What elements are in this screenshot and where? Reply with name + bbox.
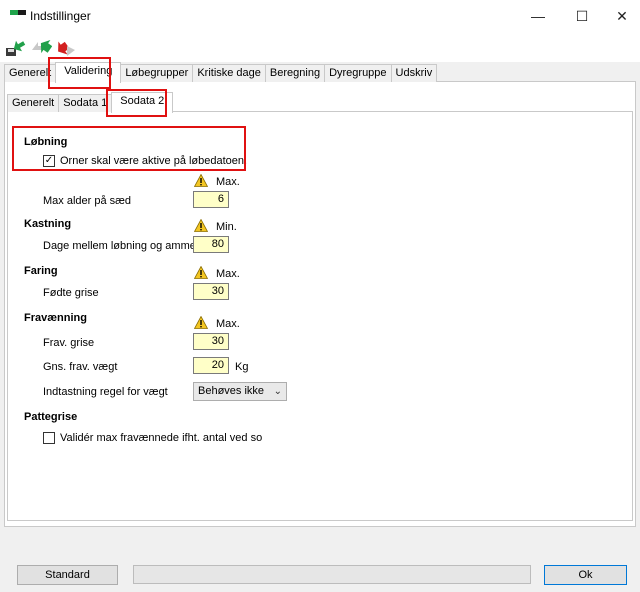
window-title: Indstillinger xyxy=(30,9,91,23)
fodte-grise-label: Fødte grise xyxy=(43,287,99,299)
max-alder-saed-input[interactable]: 6 xyxy=(193,191,229,208)
app-icon xyxy=(10,10,26,16)
maximize-icon: ☐ xyxy=(575,7,589,24)
chevron-down-icon: ⌄ xyxy=(273,386,282,397)
indtastning-regel-value: Behøves ikke xyxy=(198,385,265,397)
valider-max-checkbox[interactable] xyxy=(43,432,55,444)
minimize-icon: — xyxy=(531,8,545,24)
indtastning-regel-label: Indtastning regel for vægt xyxy=(43,386,168,398)
dage-mellem-label: Dage mellem løbning og ammeso xyxy=(43,240,208,252)
fodte-grise-input[interactable]: 30 xyxy=(193,283,229,300)
dage-mellem-input[interactable]: 80 xyxy=(193,236,229,253)
warning-icon xyxy=(194,266,208,279)
toolbar xyxy=(0,32,640,62)
warning-icon xyxy=(194,174,208,187)
vaegt-unit-label: Kg xyxy=(235,361,249,373)
tab-generelt[interactable]: Generelt xyxy=(4,64,57,82)
sync-back-icon[interactable] xyxy=(55,36,77,58)
maximize-button[interactable]: ☐ xyxy=(560,0,604,32)
lobning-max-header: Max. xyxy=(216,176,240,188)
tab-lobegrupper[interactable]: Løbegrupper xyxy=(120,64,194,82)
section-title-pattegrise: Pattegrise xyxy=(24,411,78,423)
minimize-button[interactable]: — xyxy=(516,0,560,32)
close-button[interactable]: ✕ xyxy=(600,0,640,32)
faring-max-header: Max. xyxy=(216,268,240,280)
section-title-fravaenning: Fravænning xyxy=(24,312,87,324)
gns-frav-vaegt-input[interactable]: 20 xyxy=(193,357,229,374)
sync-forward-icon[interactable] xyxy=(30,36,52,58)
checkmark-icon: ✓ xyxy=(44,155,54,166)
save-sync-icon[interactable] xyxy=(5,36,27,58)
tab-udskriv[interactable]: Udskriv xyxy=(390,64,438,82)
section-title-kastning: Kastning xyxy=(24,218,72,230)
outer-tab-strip: Generelt Validering Løbegrupper Kritiske… xyxy=(4,62,438,83)
subtab-sodata-2[interactable]: Sodata 2 xyxy=(111,92,174,113)
orner-aktive-label: Orner skal være aktive på løbedatoen. xyxy=(60,155,248,167)
tab-dyregruppe[interactable]: Dyregruppe xyxy=(324,64,392,82)
subtab-generelt[interactable]: Generelt xyxy=(7,94,60,112)
tab-kritiske-dage[interactable]: Kritiske dage xyxy=(192,64,266,82)
tab-validering[interactable]: Validering xyxy=(55,62,122,83)
warning-icon xyxy=(194,219,208,232)
inner-tab-panel xyxy=(7,111,633,521)
gns-frav-vaegt-label: Gns. frav. vægt xyxy=(43,361,118,373)
indtastning-regel-select[interactable]: Behøves ikke ⌄ xyxy=(193,382,287,401)
section-title-faring: Faring xyxy=(24,265,58,277)
close-icon: ✕ xyxy=(616,7,628,24)
progress-bar xyxy=(133,565,531,584)
frav-grise-label: Frav. grise xyxy=(43,337,95,349)
inner-tab-strip: Generelt Sodata 1 Sodata 2 xyxy=(7,92,174,113)
standard-button[interactable]: Standard xyxy=(17,565,118,585)
subtab-sodata-1[interactable]: Sodata 1 xyxy=(58,94,113,112)
max-alder-saed-label: Max alder på sæd xyxy=(43,195,132,207)
frav-grise-input[interactable]: 30 xyxy=(193,333,229,350)
warning-icon xyxy=(194,316,208,329)
kastning-min-header: Min. xyxy=(216,221,237,233)
tab-beregning[interactable]: Beregning xyxy=(264,64,326,82)
ok-button[interactable]: Ok xyxy=(544,565,627,585)
fravaenning-max-header: Max. xyxy=(216,318,240,330)
section-title-lobning: Løbning xyxy=(24,136,68,148)
title-bar: Indstillinger — ☐ ✕ xyxy=(0,0,640,32)
valider-max-label: Validér max fravænnede ifht. antal ved s… xyxy=(60,432,263,444)
orner-aktive-checkbox[interactable]: ✓ xyxy=(43,155,55,167)
